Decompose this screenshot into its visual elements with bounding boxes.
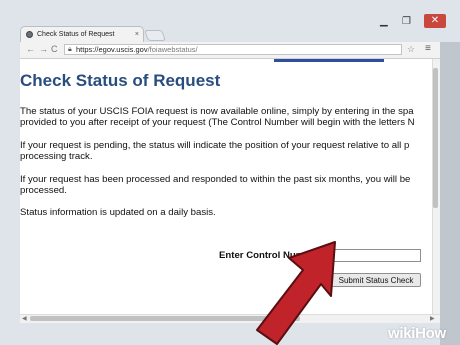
- intro-paragraph: The status of your USCIS FOIA request is…: [20, 106, 415, 128]
- browser-toolbar: ← → C 🔒︎ https://egov.uscis.gov/foiawebs…: [20, 42, 440, 59]
- update-info-paragraph: Status information is updated on a daily…: [20, 207, 216, 218]
- minimize-window-icon[interactable]: ▁: [380, 16, 388, 27]
- close-window-icon[interactable]: ✕: [424, 14, 446, 28]
- url-path: /foiawebstatus/: [147, 45, 198, 54]
- tab-title: Check Status of Request: [37, 31, 115, 38]
- browser-tabstrip: Check Status of Request × ▁ ❐ ✕: [0, 0, 460, 42]
- vertical-scroll-thumb[interactable]: [433, 68, 438, 208]
- forward-arrow-icon[interactable]: →: [39, 44, 48, 54]
- lock-icon: 🔒︎: [68, 46, 72, 53]
- pending-paragraph: If your request is pending, the status w…: [20, 140, 410, 162]
- bookmark-star-icon[interactable]: ☆: [407, 44, 415, 55]
- processed-paragraph: If your request has been processed and r…: [20, 174, 411, 196]
- url-host: https://egov.uscis.gov: [76, 45, 148, 54]
- page-title: Check Status of Request: [20, 71, 221, 90]
- maximize-window-icon[interactable]: ❐: [402, 16, 411, 27]
- tab-close-icon[interactable]: ×: [135, 27, 139, 42]
- wikihow-watermark: wikiHow: [388, 325, 446, 342]
- tab-check-status[interactable]: Check Status of Request ×: [20, 26, 144, 42]
- background-left: [0, 42, 20, 345]
- background-bottom: [20, 323, 440, 345]
- submit-status-check-button[interactable]: Submit Status Check: [331, 273, 421, 287]
- reload-icon[interactable]: C: [51, 44, 58, 54]
- scroll-left-arrow-icon[interactable]: ◀: [22, 315, 27, 322]
- background-right: [440, 42, 460, 345]
- control-number-input[interactable]: [331, 249, 421, 262]
- site-favicon-icon: [26, 31, 33, 38]
- red-pointer-arrow-icon: [256, 241, 336, 345]
- new-tab-button[interactable]: [143, 30, 167, 41]
- scroll-right-arrow-icon[interactable]: ▶: [430, 315, 435, 322]
- page-content: Check Status of Request The status of yo…: [20, 59, 432, 314]
- back-arrow-icon[interactable]: ←: [26, 44, 35, 54]
- address-bar[interactable]: 🔒︎ https://egov.uscis.gov/foiawebstatus/: [64, 44, 402, 55]
- hamburger-menu-icon[interactable]: ≡: [425, 43, 431, 54]
- site-header-bar: [274, 59, 384, 62]
